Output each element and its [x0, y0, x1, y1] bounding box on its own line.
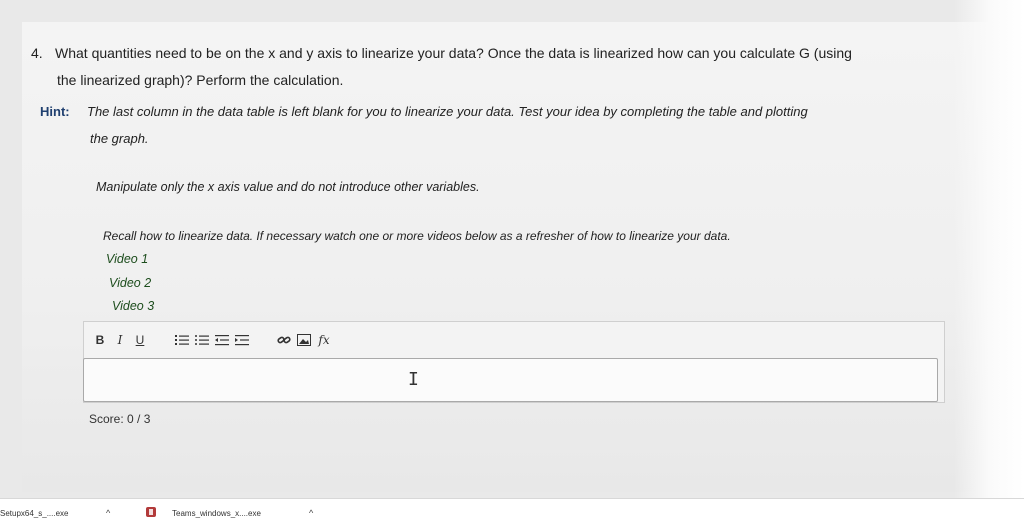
image-icon[interactable]: [296, 330, 312, 350]
video-link-3[interactable]: Video 3: [112, 299, 154, 313]
download-bar: Setupx64_s_....exe ^ Teams_windows_x....…: [0, 498, 1024, 528]
video-link-1[interactable]: Video 1: [106, 252, 148, 266]
answer-textarea[interactable]: I: [83, 358, 938, 402]
download-item-teams[interactable]: Teams_windows_x....exe: [172, 509, 261, 518]
hint-text-line1: The last column in the data table is lef…: [87, 104, 808, 119]
chevron-up-icon[interactable]: ^: [309, 508, 313, 518]
underline-button[interactable]: U: [132, 330, 148, 350]
hint-text-line2: the graph.: [90, 131, 149, 146]
score-label: Score: 0 / 3: [89, 412, 151, 426]
outdent-icon[interactable]: [214, 330, 230, 350]
numbered-list-icon[interactable]: [174, 330, 190, 350]
recall-text: Recall how to linearize data. If necessa…: [103, 229, 731, 243]
text-cursor-icon: I: [408, 369, 419, 390]
editor-toolbar: B I U fx: [84, 322, 944, 358]
chevron-up-icon[interactable]: ^: [106, 508, 110, 518]
indent-icon[interactable]: [234, 330, 250, 350]
page-background: [22, 22, 997, 492]
video-link-2[interactable]: Video 2: [109, 276, 151, 290]
question-text-line1: What quantities need to be on the x and …: [55, 45, 852, 61]
download-item-setup[interactable]: Setupx64_s_....exe: [0, 509, 69, 518]
instruction-text: Manipulate only the x axis value and do …: [96, 180, 480, 194]
hint-label: Hint:: [40, 104, 70, 119]
bold-button[interactable]: B: [92, 330, 108, 350]
answer-editor: B I U fx I: [83, 321, 945, 403]
formula-button[interactable]: fx: [316, 330, 332, 350]
italic-button[interactable]: I: [112, 330, 128, 350]
question-text-line2: the linearized graph)? Perform the calcu…: [57, 72, 344, 88]
link-icon[interactable]: [276, 330, 292, 350]
question-number: 4.: [31, 45, 43, 61]
teams-file-icon: [146, 507, 156, 517]
bullet-list-icon[interactable]: [194, 330, 210, 350]
